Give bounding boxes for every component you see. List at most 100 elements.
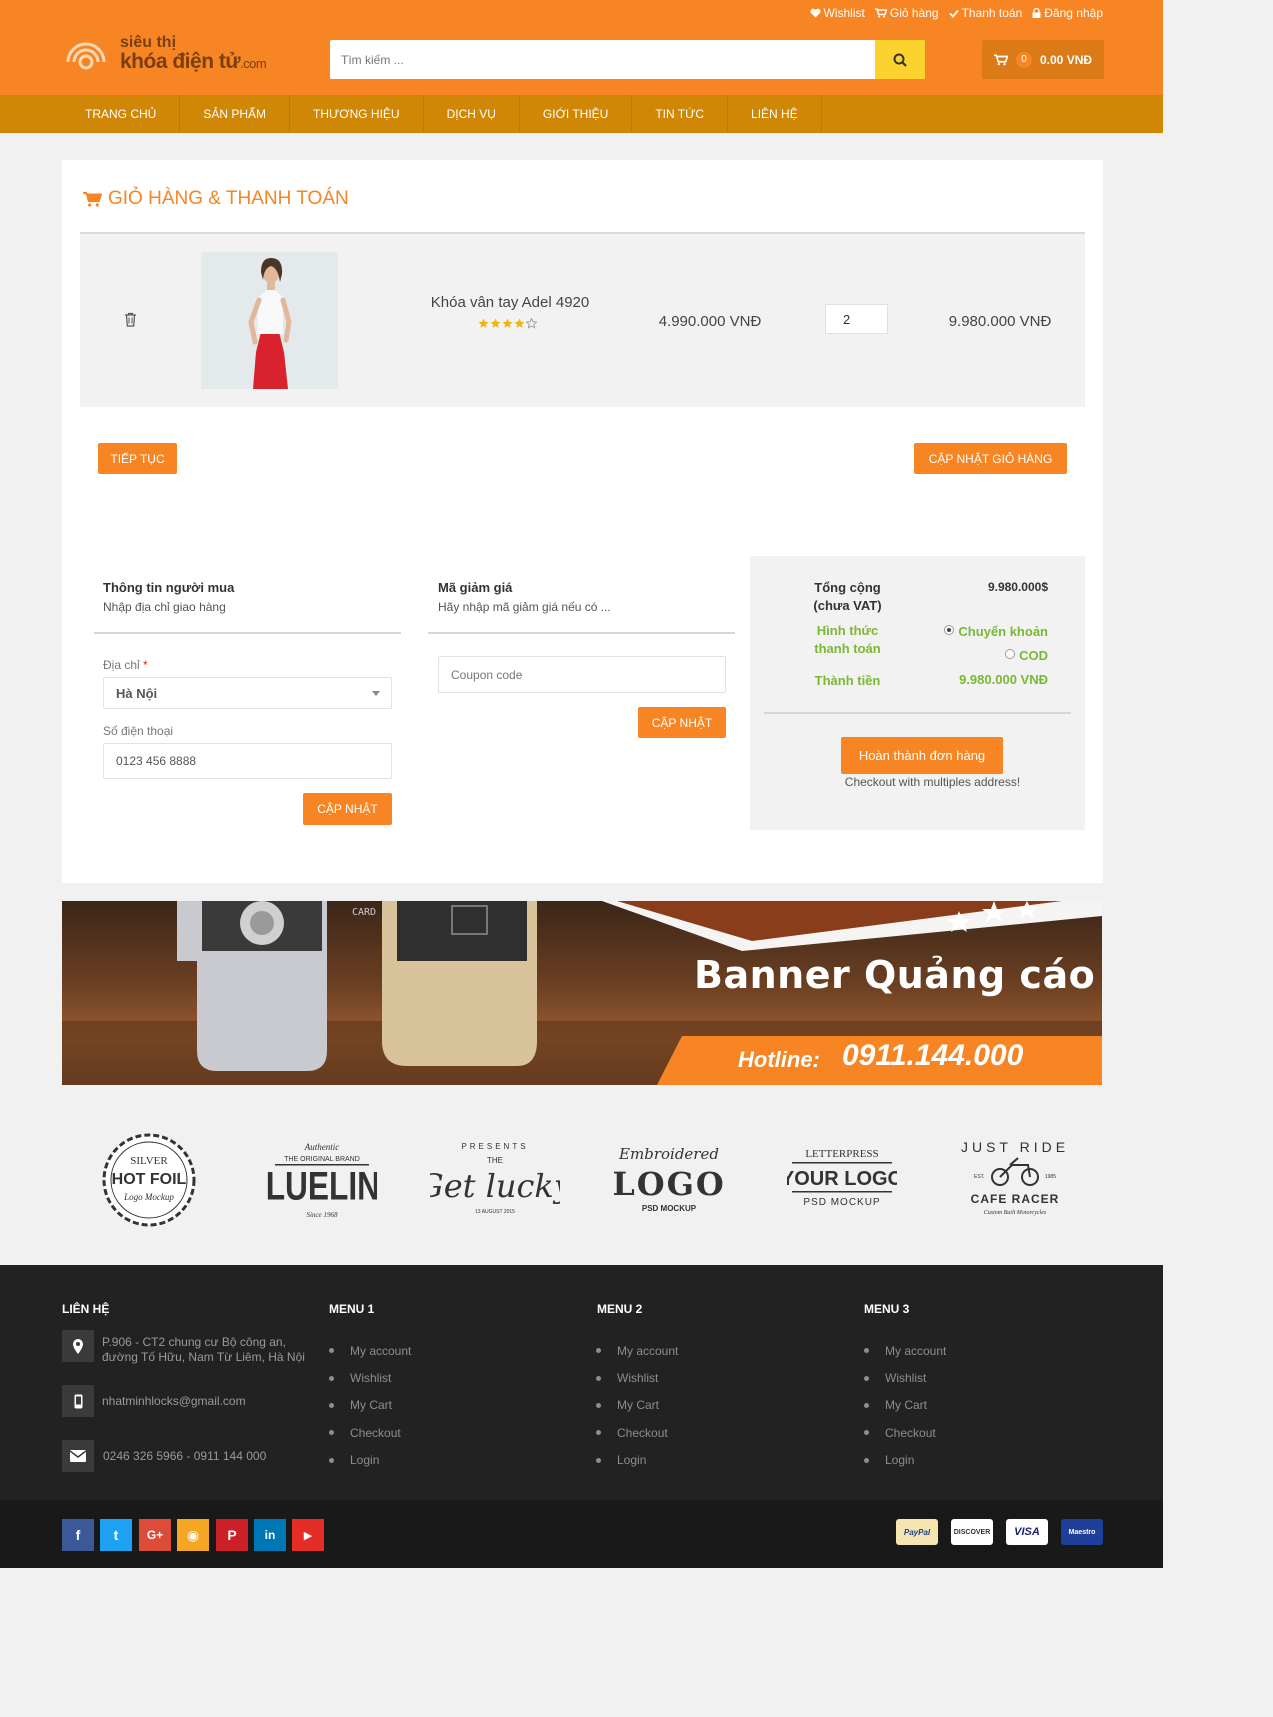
payment-option-cod[interactable]: COD — [1005, 648, 1048, 663]
brand-logo-embroidered[interactable]: Embroidered LOGO PSD MOCKUP — [599, 1125, 739, 1235]
nav-item-brands[interactable]: THƯƠNG HIỆU — [290, 95, 424, 133]
footer-link[interactable]: Login — [329, 1447, 411, 1474]
google-plus-icon[interactable]: G+ — [139, 1519, 171, 1551]
nav-item-about[interactable]: GIỚI THIỆU — [520, 95, 633, 133]
footer-link[interactable]: My account — [864, 1337, 946, 1364]
page-title: GIỎ HÀNG & THANH TOÁN — [83, 188, 349, 210]
site-header: Wishlist Giỏ hàng Thanh toán Đăng nhập s… — [0, 0, 1163, 95]
brand-logo-letterpress[interactable]: LETTERPRESS YOUR LOGO PSD MOCKUP — [772, 1125, 912, 1235]
chevron-down-icon — [372, 691, 380, 696]
star-empty-icon — [526, 318, 537, 329]
trash-icon[interactable] — [124, 312, 137, 327]
brand-text: PSD MOCKUP — [642, 1204, 697, 1213]
coupon-input[interactable]: Coupon code — [438, 656, 726, 693]
visa-logo: VISA — [1006, 1519, 1048, 1545]
checkout-link[interactable]: Thanh toán — [948, 6, 1022, 20]
footer-link[interactable]: Login — [864, 1447, 946, 1474]
phone-label: Số điện thoại — [103, 724, 174, 738]
footer-email[interactable]: nhatminhlocks@gmail.com — [102, 1394, 246, 1409]
brand-logo-get-lucky[interactable]: PRESENTS THE Get lucky 13 AUGUST 2015 — [425, 1125, 565, 1235]
mobile-icon — [62, 1385, 94, 1417]
checkout-note: Checkout with multiples address! — [844, 775, 1021, 789]
top-links: Wishlist Giỏ hàng Thanh toán Đăng nhập — [810, 6, 1103, 20]
cart-icon — [874, 8, 887, 18]
brand-caferacer: JUST RIDE EST. 1985 CAFE RACER Custom Bu… — [961, 1139, 1065, 1216]
brand-logo-cafe-racer[interactable]: JUST RIDE EST. 1985 CAFE RACER Custom Bu… — [945, 1125, 1085, 1235]
site-footer: LIÊN HỆ P.906 - CT2 chung cư Bộ công an,… — [0, 1265, 1163, 1500]
phone-field[interactable]: 0123 456 8888 — [103, 743, 392, 779]
site-logo[interactable]: siêu thị khóa điện tử.com — [62, 32, 267, 74]
linkedin-icon[interactable]: in — [254, 1519, 286, 1551]
star-icon — [490, 318, 501, 328]
footer-menu1-heading: MENU 1 — [329, 1302, 375, 1316]
nav-item-services[interactable]: DỊCH VỤ — [424, 95, 520, 133]
footer-link[interactable]: Wishlist — [329, 1364, 411, 1391]
footer-link[interactable]: My Cart — [864, 1392, 946, 1419]
footer-menu2: My account Wishlist My Cart Checkout Log… — [596, 1337, 678, 1474]
brand-text: Embroidered — [618, 1145, 719, 1163]
pinterest-icon[interactable]: P — [216, 1519, 248, 1551]
login-link[interactable]: Đăng nhập — [1032, 6, 1103, 20]
quantity-input[interactable]: 2 — [825, 304, 888, 334]
brand-text: Since 1968 — [307, 1211, 338, 1219]
wishlist-link[interactable]: Wishlist — [810, 6, 865, 20]
coupon-update-button[interactable]: CẬP NHẬT — [638, 707, 726, 738]
youtube-icon[interactable]: ▶ — [292, 1519, 324, 1551]
brand-embroidered: Embroidered LOGO PSD MOCKUP — [614, 1145, 724, 1213]
radio-unchecked[interactable] — [1005, 649, 1016, 659]
footer-link[interactable]: Wishlist — [864, 1364, 946, 1391]
cart-panel: GIỎ HÀNG & THANH TOÁN Khóa vân tay Adel … — [62, 160, 1103, 883]
continue-shopping-button[interactable]: TIẾP TỤC — [98, 443, 177, 474]
paypal-logo: PayPal — [896, 1519, 938, 1545]
footer-link[interactable]: My Cart — [329, 1392, 411, 1419]
divider — [428, 632, 735, 634]
nav-item-news[interactable]: TIN TỨC — [632, 95, 729, 133]
brand-text: LETTERPRESS — [805, 1148, 878, 1160]
ad-banner[interactable]: CARD Banner Quảng cáo Hotline: 0911.144.… — [62, 901, 1102, 1085]
lock-icon — [1032, 8, 1041, 18]
check-icon — [948, 9, 959, 18]
product-image[interactable] — [201, 252, 338, 389]
nav-item-contact[interactable]: LIÊN HỆ — [728, 95, 822, 133]
nav-item-products[interactable]: SẢN PHẨM — [180, 95, 291, 133]
footer-link[interactable]: My account — [329, 1337, 411, 1364]
footer-link[interactable]: Checkout — [864, 1419, 946, 1446]
mini-cart-button[interactable]: 0 0.00 VNĐ — [982, 40, 1104, 79]
map-marker-icon — [62, 1330, 94, 1362]
brand-logo-silver-hot-foil[interactable]: SILVER HOT FOIL Logo Mockup — [79, 1125, 219, 1235]
facebook-icon[interactable]: f — [62, 1519, 94, 1551]
search-input[interactable] — [330, 40, 875, 79]
search-icon — [893, 53, 907, 67]
buyer-update-button[interactable]: CẬP NHẬT — [303, 793, 392, 825]
footer-link[interactable]: Checkout — [329, 1419, 411, 1446]
product-name[interactable]: Khóa vân tay Adel 4920 — [410, 294, 610, 311]
footer-link[interactable]: Login — [596, 1447, 678, 1474]
rss-icon[interactable]: ◉ — [177, 1519, 209, 1551]
brand-text: YOUR LOGO — [787, 1168, 897, 1190]
footer-link[interactable]: My Cart — [596, 1392, 678, 1419]
cart-link[interactable]: Giỏ hàng — [874, 6, 939, 20]
search-bar — [330, 40, 925, 79]
footer-bottom-bar: f t G+ ◉ P in ▶ PayPal DISCOVER VISA Mae… — [0, 1500, 1163, 1568]
grand-total-label: Thành tiền — [814, 673, 881, 688]
banner-hotline-number: 0911.144.000 — [842, 1039, 1024, 1072]
footer-link[interactable]: Checkout — [596, 1419, 678, 1446]
brand-text: EST. — [974, 1174, 985, 1180]
complete-order-button[interactable]: Hoàn thành đơn hàng — [841, 737, 1003, 774]
brand-logo-blueline[interactable]: Authentic THE ORIGINAL BRAND BLUELINE Si… — [252, 1125, 392, 1235]
total-value: 9.980.000$ — [987, 580, 1048, 594]
footer-link[interactable]: My account — [596, 1337, 678, 1364]
payment-option-transfer[interactable]: Chuyển khoản — [944, 624, 1048, 639]
nav-item-home[interactable]: TRANG CHỦ — [62, 95, 181, 133]
update-cart-button[interactable]: CẬP NHẬT GIỎ HÀNG — [914, 443, 1067, 474]
twitter-icon[interactable]: t — [100, 1519, 132, 1551]
address-select[interactable]: Hà Nội — [103, 677, 392, 709]
grand-total-value: 9.980.000 VNĐ — [959, 672, 1048, 687]
brand-text: Authentic — [304, 1142, 340, 1152]
brand-text: 1985 — [1045, 1174, 1056, 1180]
brand-getlucky: PRESENTS THE Get lucky 13 AUGUST 2015 — [430, 1142, 560, 1215]
radio-checked[interactable] — [944, 625, 955, 635]
footer-link[interactable]: Wishlist — [596, 1364, 678, 1391]
search-button[interactable] — [875, 40, 925, 79]
rating-stars — [478, 318, 537, 329]
